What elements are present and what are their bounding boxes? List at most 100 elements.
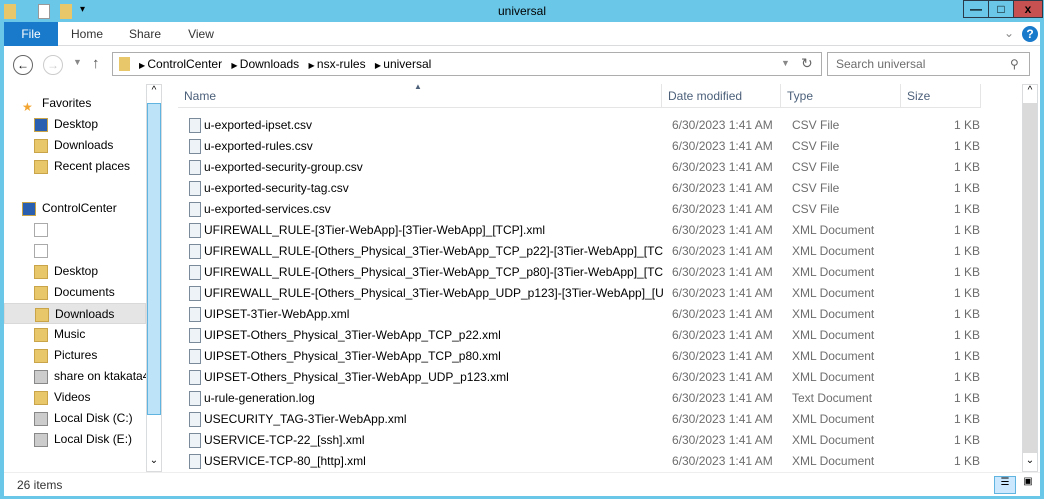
nav-item[interactable]: Downloads [4,135,146,156]
folder-icon [35,307,49,322]
file-row[interactable]: UIPSET-Others_Physical_3Tier-WebApp_TCP_… [174,346,984,367]
address-bar[interactable]: ▶ ControlCenter ▶ Downloads ▶ nsx-rules … [112,52,822,76]
file-row[interactable]: UFIREWALL_RULE-[Others_Physical_3Tier-We… [174,262,984,283]
file-size: 1 KB [954,223,981,237]
tab-view[interactable]: View [180,22,222,46]
file-row[interactable]: u-rule-generation.log 6/30/2023 1:41 AM Te… [174,388,984,409]
file-date: 6/30/2023 1:41 AM [672,244,773,258]
minimize-button[interactable]: — [963,0,989,18]
refresh-icon[interactable]: ↻ [801,55,813,72]
nav-item-label: Recent places [54,159,131,173]
file-size: 1 KB [954,139,981,153]
nav-item[interactable]: Music [4,324,146,345]
nav-item[interactable]: Downloads [4,303,146,324]
file-row[interactable]: u-exported-services.csv 6/30/2023 1:41 AM… [174,199,984,220]
file-name: USERVICE-TCP-22_[ssh].xml [204,433,365,447]
file-row[interactable]: UFIREWALL_RULE-[3Tier-WebApp]-[3Tier-Web… [174,220,984,241]
column-header-size[interactable]: Size [901,84,981,108]
scroll-thumb[interactable] [1023,103,1037,453]
xml-file-icon [189,454,201,469]
file-type: XML Document [792,349,875,363]
nav-scrollbar[interactable]: ^ ⌄ [146,84,162,472]
file-date: 6/30/2023 1:41 AM [672,454,773,468]
file-row[interactable]: USECURITY_TAG-3Tier-WebApp.xml 6/30/2023 … [174,409,984,430]
nav-item[interactable]: ★ Favorites [4,93,146,114]
nav-item[interactable]: Pictures [4,345,146,366]
recent-places-icon [34,159,48,174]
file-type: Text Document [792,391,873,405]
status-bar: 26 items ☰ ▣ [4,472,1040,496]
tab-file[interactable]: File [4,22,58,46]
file-name: UIPSET-Others_Physical_3Tier-WebApp_UDP_… [204,370,509,384]
column-header-type[interactable]: Type [781,84,901,108]
file-size: 1 KB [954,118,981,132]
column-header-date[interactable]: Date modified [662,84,781,108]
tab-share[interactable]: Share [124,22,166,46]
maximize-button[interactable]: □ [988,0,1014,18]
breadcrumb-downloads[interactable]: Downloads [240,57,299,71]
file-row[interactable]: u-exported-security-tag.csv 6/30/2023 1:4… [174,178,984,199]
up-button[interactable]: ↑ [92,55,100,72]
forward-button[interactable]: → [43,55,63,75]
file-row[interactable]: USERVICE-TCP-80_[http].xml 6/30/2023 1:41… [174,451,984,472]
address-dropdown-icon[interactable]: ▼ [781,58,790,68]
scroll-up-button[interactable]: ^ [147,85,161,101]
breadcrumb-controlcenter[interactable]: ControlCenter [147,57,222,71]
file-row[interactable]: UIPSET-Others_Physical_3Tier-WebApp_TCP_… [174,325,984,346]
file-size: 1 KB [954,454,981,468]
file-row[interactable]: UIPSET-3Tier-WebApp.xml 6/30/2023 1:41 AM… [174,304,984,325]
file-type: XML Document [792,433,875,447]
nav-item[interactable] [4,219,146,240]
csv-file-icon [189,181,201,196]
file-type: CSV File [792,118,840,132]
nav-item[interactable]: Desktop [4,261,146,282]
file-icon [34,222,48,237]
scroll-up-button[interactable]: ^ [1023,85,1037,101]
file-row[interactable]: UIPSET-Others_Physical_3Tier-WebApp_UDP_… [174,367,984,388]
scroll-thumb[interactable] [147,103,161,415]
nav-item[interactable] [4,240,146,261]
scroll-down-button[interactable]: ⌄ [1023,455,1037,471]
file-size: 1 KB [954,328,981,342]
computer-icon [22,201,36,216]
column-header-name[interactable]: Name ▲ [178,82,662,108]
tab-home[interactable]: Home [66,22,108,46]
expand-ribbon-icon[interactable]: ⌄ [1004,26,1014,40]
scroll-down-button[interactable]: ⌄ [147,455,161,471]
file-name: u-exported-rules.csv [204,139,313,153]
nav-item[interactable]: Videos [4,387,146,408]
nav-item-label: Local Disk (C:) [54,411,133,425]
recent-locations-dropdown[interactable]: ▼ [73,57,82,67]
nav-item[interactable]: Recent places [4,156,146,177]
file-list-scrollbar[interactable]: ^ ⌄ [1022,84,1038,472]
nav-item[interactable]: Local Disk (C:) [4,408,146,429]
file-row[interactable]: u-exported-rules.csv 6/30/2023 1:41 AM CSV… [174,136,984,157]
file-name: UIPSET-Others_Physical_3Tier-WebApp_TCP_… [204,349,501,363]
xml-file-icon [189,286,201,301]
nav-item[interactable]: share on ktakata4 [4,366,149,387]
downloads-folder-icon [34,138,48,153]
file-row[interactable]: UFIREWALL_RULE-[Others_Physical_3Tier-We… [174,283,984,304]
breadcrumb-separator[interactable]: ▶ [231,61,239,70]
breadcrumb-nsx-rules[interactable]: nsx-rules [317,57,366,71]
desktop-icon [34,117,48,132]
help-button[interactable]: ? [1022,26,1038,42]
file-row[interactable]: u-exported-security-group.csv 6/30/2023 1… [174,157,984,178]
file-row[interactable]: USERVICE-TCP-22_[ssh].xml 6/30/2023 1:41 … [174,430,984,451]
nav-item[interactable]: ControlCenter [4,198,146,219]
file-row[interactable]: u-exported-ipset.csv 6/30/2023 1:41 AM CSV… [174,115,984,136]
csv-file-icon [189,139,201,154]
breadcrumb-universal[interactable]: universal [383,57,431,71]
nav-item[interactable]: Documents [4,282,146,303]
nav-item[interactable]: Desktop [4,114,146,135]
back-button[interactable]: ← [13,55,33,75]
navigation-pane: ★ Favorites Desktop Downloads Recent places C… [4,84,149,472]
nav-item-label: Documents [54,285,115,299]
large-icons-view-button[interactable]: ▣ [1018,476,1038,494]
breadcrumb-separator[interactable]: ▶ [309,61,317,70]
details-view-button[interactable]: ☰ [994,476,1016,494]
close-button[interactable]: x [1013,0,1043,18]
nav-item[interactable]: Local Disk (E:) [4,429,146,450]
file-row[interactable]: UFIREWALL_RULE-[Others_Physical_3Tier-We… [174,241,984,262]
search-input[interactable]: Search universal [827,52,1030,76]
